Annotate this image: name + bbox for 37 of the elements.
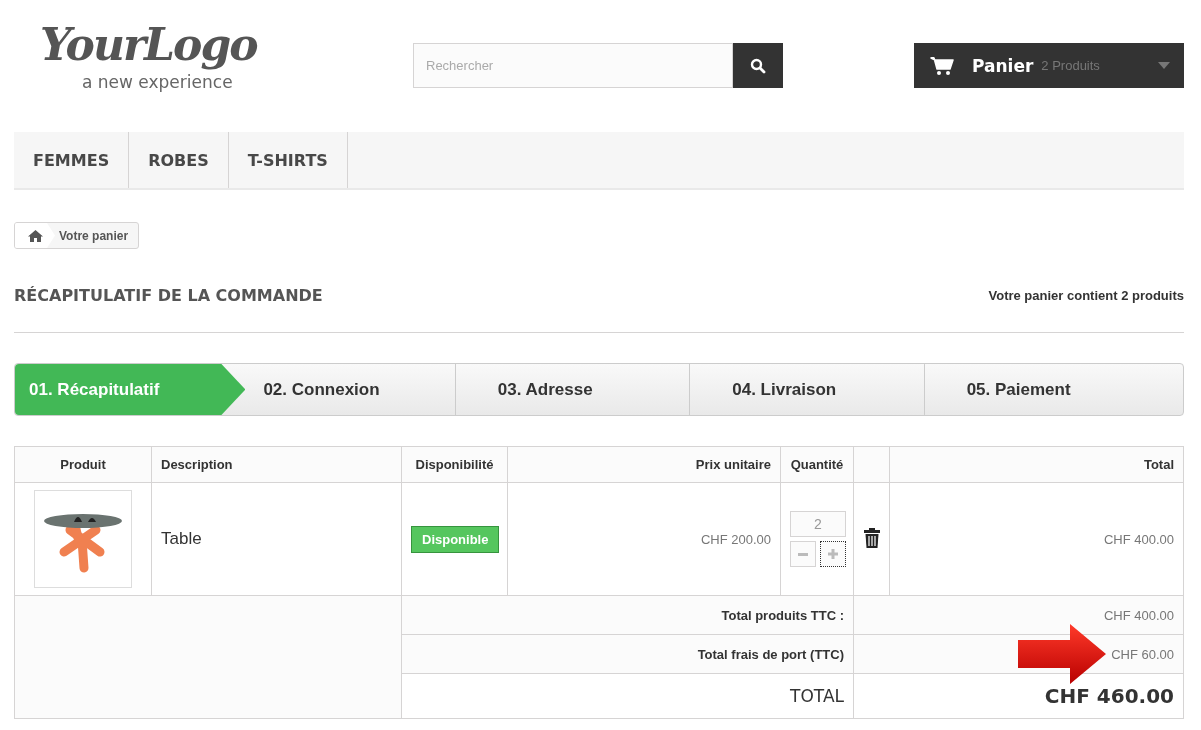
breadcrumb-current: Votre panier (58, 228, 130, 243)
column-header: Description (151, 446, 402, 483)
summary-value: CHF 460.00 (1044, 684, 1174, 708)
product-name: Table (151, 482, 402, 596)
plus-icon (828, 549, 838, 559)
cart-summary-text: Votre panier contient 2 produits (988, 287, 1184, 303)
home-link[interactable] (15, 223, 55, 248)
logo-tagline: a new experience (82, 72, 233, 92)
menu-item[interactable]: T-SHIRTS (228, 132, 348, 188)
cart-icon (930, 55, 954, 76)
line-total: CHF 400.00 (889, 482, 1184, 596)
column-header: Total (889, 446, 1184, 483)
table-product-image[interactable] (34, 490, 132, 588)
summary-label: TOTAL (401, 673, 854, 719)
summary-label: Total frais de port (TTC) (401, 634, 854, 674)
page-title: RÉCAPITULATIF DE LA COMMANDE (14, 285, 323, 305)
column-header: Produit (14, 446, 152, 483)
home-icon (27, 229, 43, 242)
logo-name: YourLogo (40, 18, 257, 72)
menu-item[interactable]: FEMMES (14, 132, 130, 188)
search-icon (750, 57, 766, 74)
column-header: Prix unitaire (507, 446, 781, 483)
cart-button[interactable]: Panier 2 Produits (914, 43, 1184, 88)
column-header: Quantité (780, 446, 854, 483)
summary-label: Total produits TTC : (401, 595, 854, 635)
availability-label: Disponible (411, 525, 500, 553)
caret-icon (1158, 62, 1170, 69)
summary-value: CHF 60.00 (1111, 646, 1174, 662)
increase-button[interactable] (820, 541, 846, 567)
search-field[interactable]: Rechercher (413, 43, 733, 88)
column-header: Disponibilité (401, 446, 508, 483)
delete-icon[interactable] (863, 527, 880, 548)
search-button[interactable] (733, 43, 783, 88)
menu-item[interactable]: ROBES (129, 132, 229, 188)
unit-price: CHF 200.00 (507, 482, 781, 596)
summary-value: CHF 400.00 (1103, 607, 1174, 623)
logo[interactable]: YourLogo a new experience (40, 14, 340, 100)
